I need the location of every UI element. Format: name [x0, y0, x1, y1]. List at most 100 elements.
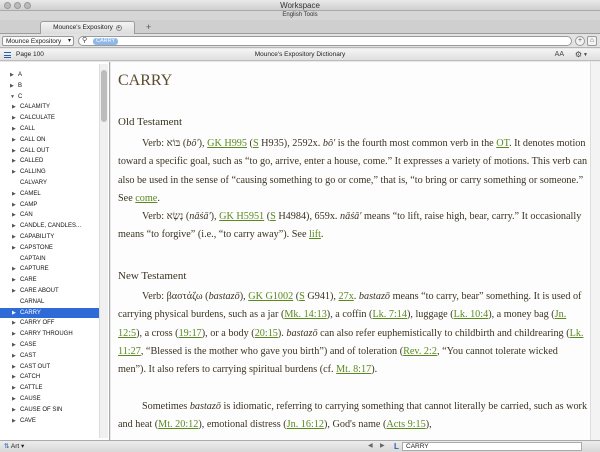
chevron-right-icon[interactable]: ▶ — [12, 189, 20, 199]
chevron-right-icon[interactable]: ▶ — [10, 81, 18, 91]
sidebar-item-calculate[interactable]: ▶ CALCULATE — [0, 113, 99, 123]
scripture-link[interactable]: Lk. 7:14 — [372, 309, 407, 320]
sidebar-item-can[interactable]: ▶ CAN — [0, 210, 99, 220]
chevron-right-icon[interactable]: ▶ — [12, 264, 20, 274]
scripture-link[interactable]: 20:15 — [255, 328, 278, 339]
content-scrollbar[interactable] — [590, 62, 600, 440]
sidebar-item-cause[interactable]: ▶ CAUSE — [0, 394, 99, 404]
sidebar-item-capstone[interactable]: ▶ CAPSTONE — [0, 243, 99, 253]
chevron-right-icon[interactable]: ▶ — [12, 405, 20, 415]
chevron-right-icon[interactable]: ▶ — [12, 308, 20, 318]
scripture-link[interactable]: Acts 9:15 — [386, 419, 425, 430]
chevron-right-icon[interactable]: ▶ — [12, 113, 20, 123]
see-also-link[interactable]: lift — [309, 229, 321, 240]
ot-link[interactable]: OT — [496, 138, 509, 149]
chevron-right-icon[interactable]: ▶ — [12, 340, 20, 350]
sidebar-item-call-out[interactable]: ▶ CALL OUT — [0, 146, 99, 156]
font-size-button[interactable]: AA — [555, 49, 564, 61]
sidebar-item-call-on[interactable]: ▶ CALL ON — [0, 135, 99, 145]
chevron-right-icon[interactable]: ▶ — [12, 394, 20, 404]
close-icon[interactable]: + — [115, 25, 122, 31]
scripture-link[interactable]: Jn. 16:12 — [287, 419, 324, 430]
scripture-link[interactable]: Mt. 8:17 — [336, 364, 371, 375]
next-icon[interactable]: ▶ — [380, 441, 385, 452]
sidebar-item-c[interactable]: ▼ C — [0, 92, 99, 102]
add-icon[interactable]: + — [575, 36, 585, 46]
gear-icon[interactable]: ⚙ — [575, 49, 582, 61]
chevron-right-icon[interactable]: ▶ — [12, 221, 20, 231]
window-controls[interactable] — [4, 2, 31, 9]
sidebar-item-capture[interactable]: ▶ CAPTURE — [0, 264, 99, 274]
chevron-right-icon[interactable]: ▶ — [12, 210, 20, 220]
search-token[interactable]: CARRY — [93, 38, 119, 45]
sidebar-item-cattle[interactable]: ▶ CATTLE — [0, 383, 99, 393]
sidebar-item-case[interactable]: ▶ CASE — [0, 340, 99, 350]
gk-number-link[interactable]: GK H995 — [207, 138, 247, 149]
sidebar-item-camel[interactable]: ▶ CAMEL — [0, 189, 99, 199]
sidebar-item-calamity[interactable]: ▶ CALAMITY — [0, 102, 99, 112]
chevron-down-icon[interactable]: ▼ — [583, 49, 588, 61]
sidebar-item-cave[interactable]: ▶ CAVE — [0, 416, 99, 426]
sidebar-item-call[interactable]: ▶ CALL — [0, 124, 99, 134]
chevron-down-icon[interactable]: ▼ — [10, 92, 18, 102]
chevron-right-icon[interactable]: ▶ — [12, 243, 20, 253]
gk-number-link[interactable]: GK G1002 — [248, 291, 293, 302]
scripture-link[interactable]: Lk. 10:4 — [454, 309, 489, 320]
sidebar-item-candle-candles[interactable]: ▶ CANDLE, CANDLES... — [0, 221, 99, 231]
chevron-right-icon[interactable]: ▶ — [12, 416, 20, 426]
reference-input[interactable]: CARRY — [402, 442, 582, 451]
resource-button[interactable]: ⇅ Art ▾ — [4, 441, 24, 452]
scripture-link[interactable]: 19:17 — [179, 328, 202, 339]
chevron-right-icon[interactable]: ▶ — [12, 275, 20, 285]
chevron-right-icon[interactable]: ▶ — [12, 372, 20, 382]
sidebar-item-cause-of-sin[interactable]: ▶ CAUSE OF SIN — [0, 405, 99, 415]
chevron-right-icon[interactable]: ▶ — [12, 383, 20, 393]
gk-number-link[interactable]: GK H5951 — [219, 211, 264, 222]
sidebar-item-carry-off[interactable]: ▶ CARRY OFF — [0, 318, 99, 328]
chevron-right-icon[interactable]: ▶ — [12, 167, 20, 177]
tab-mounces-expository[interactable]: Mounce's Expository + — [40, 21, 135, 34]
sidebar-item-b[interactable]: ▶ B — [0, 81, 99, 91]
sidebar-item-calvary[interactable]: CALVARY — [0, 178, 99, 188]
sidebar-item-care[interactable]: ▶ CARE — [0, 275, 99, 285]
sidebar-item-captain[interactable]: CAPTAIN — [0, 254, 99, 264]
sidebar-item-camp[interactable]: ▶ CAMP — [0, 200, 99, 210]
sidebar-item-cast-out[interactable]: ▶ CAST OUT — [0, 362, 99, 372]
history-icon[interactable]: ⌂ — [587, 36, 597, 46]
chevron-right-icon[interactable]: ▶ — [12, 232, 20, 242]
sidebar-item-care-about[interactable]: ▶ CARE ABOUT — [0, 286, 99, 296]
sidebar-scrollbar[interactable] — [99, 64, 108, 438]
library-select[interactable]: Mounce Expository ▾ — [2, 36, 74, 46]
scripture-link[interactable]: Mk. 14:13 — [284, 309, 326, 320]
scripture-link[interactable]: Rev. 2:2 — [403, 346, 437, 357]
sidebar-item-a[interactable]: ▶ A — [0, 70, 99, 80]
sidebar-item-carry-through[interactable]: ▶ CARRY THROUGH — [0, 329, 99, 339]
sidebar-item-cast[interactable]: ▶ CAST — [0, 351, 99, 361]
chevron-right-icon[interactable]: ▶ — [12, 124, 20, 134]
chevron-right-icon[interactable]: ▶ — [12, 156, 20, 166]
chevron-right-icon[interactable]: ▶ — [12, 200, 20, 210]
sidebar-scroll-thumb[interactable] — [101, 70, 107, 122]
new-tab-icon[interactable]: + — [146, 21, 151, 33]
pane-title: Mounce's Expository Dictionary — [254, 51, 346, 58]
sidebar-item-capability[interactable]: ▶ CAPABILITY — [0, 232, 99, 242]
previous-icon[interactable]: ◀ — [368, 441, 373, 452]
sidebar-item-called[interactable]: ▶ CALLED — [0, 156, 99, 166]
chevron-right-icon[interactable]: ▶ — [12, 286, 20, 296]
sidebar-item-carry[interactable]: ▶ CARRY — [0, 307, 99, 318]
chevron-right-icon[interactable]: ▶ — [12, 102, 20, 112]
sidebar-item-carnal[interactable]: CARNAL — [0, 297, 99, 307]
chevron-right-icon[interactable]: ▶ — [12, 146, 20, 156]
sidebar-item-catch[interactable]: ▶ CATCH — [0, 372, 99, 382]
see-also-link[interactable]: come — [135, 193, 157, 204]
occurrence-count-link[interactable]: 27x — [339, 291, 354, 302]
chevron-right-icon[interactable]: ▶ — [12, 318, 20, 328]
chevron-right-icon[interactable]: ▶ — [12, 351, 20, 361]
chevron-right-icon[interactable]: ▶ — [10, 70, 18, 80]
chevron-right-icon[interactable]: ▶ — [12, 329, 20, 339]
chevron-right-icon[interactable]: ▶ — [12, 362, 20, 372]
sidebar-item-calling[interactable]: ▶ CALLING — [0, 167, 99, 177]
chevron-right-icon[interactable]: ▶ — [12, 135, 20, 145]
search-input[interactable]: ⚲ CARRY — [78, 36, 572, 46]
scripture-link[interactable]: Mt. 20:12 — [158, 419, 198, 430]
